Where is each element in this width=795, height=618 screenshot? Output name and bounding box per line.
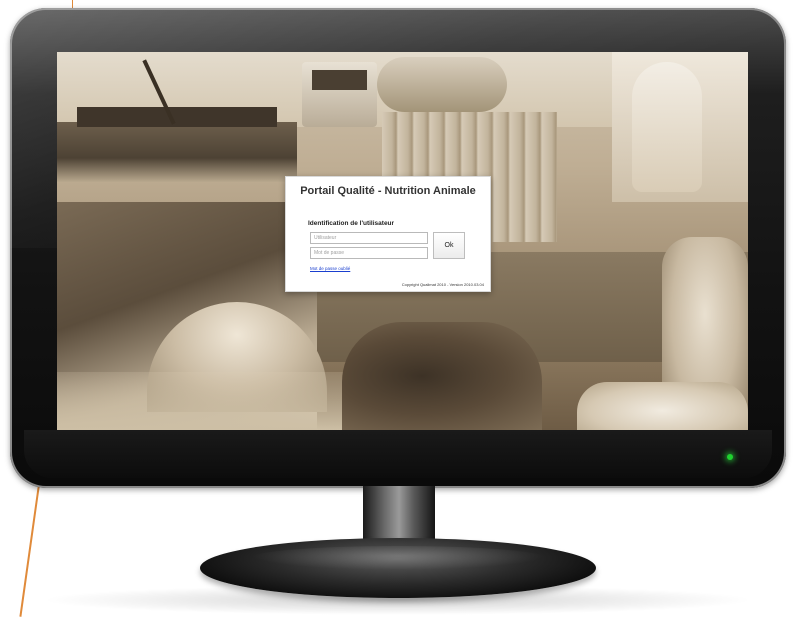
background-ship-deck	[77, 107, 277, 127]
background-lab-technician	[632, 62, 702, 192]
background-piglets	[577, 382, 748, 430]
login-title: Portail Qualité - Nutrition Animale	[300, 185, 476, 197]
monitor-stand-neck	[363, 486, 435, 542]
forgot-password-link[interactable]: Mot de passe oublié	[310, 266, 350, 271]
background-cargo-ship	[57, 122, 297, 182]
decorative-orange-line	[19, 470, 42, 617]
background-hens	[342, 322, 542, 430]
login-subtitle: Identification de l'utilisateur	[308, 220, 395, 227]
background-wheat	[57, 372, 357, 430]
ok-button[interactable]: Ok	[433, 232, 465, 259]
username-input[interactable]	[310, 232, 428, 244]
background-tanker	[377, 57, 507, 112]
login-panel: Portail Qualité - Nutrition Animale Iden…	[285, 176, 491, 292]
monitor-base-gloss	[250, 546, 546, 570]
password-input[interactable]	[310, 247, 428, 259]
background-truck-window	[312, 70, 367, 90]
copyright-text: Copyright Qualimat 2010 - Version 2010.0…	[401, 282, 484, 287]
monitor-screen: Portail Qualité - Nutrition Animale Iden…	[57, 52, 748, 430]
monitor-chin	[24, 430, 772, 478]
power-led-icon	[727, 454, 733, 460]
